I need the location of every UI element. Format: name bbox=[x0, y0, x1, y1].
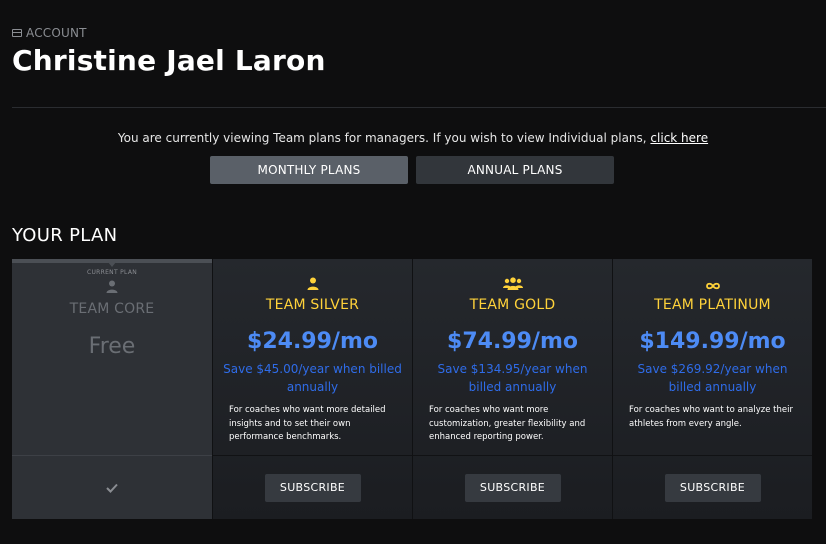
plan-description: For coaches who want more customization,… bbox=[429, 405, 586, 442]
annual-plans-button[interactable]: ANNUAL PLANS bbox=[416, 156, 614, 184]
page-title: Christine Jael Laron bbox=[12, 44, 326, 77]
plan-description: For coaches who want more detailed insig… bbox=[229, 405, 386, 442]
plan-card-team-silver: TEAM SILVER $24.99/mo Save $45.00/year w… bbox=[212, 259, 412, 519]
account-section-label: ACCOUNT bbox=[12, 26, 87, 40]
plan-price: $149.99/mo bbox=[639, 329, 786, 354]
current-plan-notch bbox=[108, 262, 116, 267]
plan-name: TEAM SILVER bbox=[265, 297, 360, 313]
subscribe-button-platinum[interactable]: SUBSCRIBE bbox=[664, 473, 761, 502]
individual-plans-link[interactable]: click here bbox=[650, 131, 708, 145]
subscribe-button-gold[interactable]: SUBSCRIBE bbox=[464, 473, 561, 502]
plan-price: $74.99/mo bbox=[447, 329, 578, 354]
infinity-icon bbox=[613, 276, 812, 290]
card-icon bbox=[12, 29, 22, 37]
plan-name: TEAM GOLD bbox=[469, 297, 556, 313]
plan-savings: Save $134.95/year when billed annually bbox=[437, 362, 588, 394]
users-group-icon bbox=[413, 276, 612, 290]
user-icon bbox=[12, 279, 212, 293]
plan-description: For coaches who want to analyze their at… bbox=[629, 405, 793, 429]
user-icon bbox=[213, 276, 412, 290]
plan-card-team-gold: TEAM GOLD $74.99/mo Save $134.95/year wh… bbox=[412, 259, 612, 519]
plan-type-notice: You are currently viewing Team plans for… bbox=[0, 131, 826, 145]
plans-grid: CURRENT PLAN TEAM CORE Free TEAM SILVER … bbox=[12, 259, 812, 519]
monthly-plans-button[interactable]: MONTHLY PLANS bbox=[210, 156, 408, 184]
subscribe-button-silver[interactable]: SUBSCRIBE bbox=[264, 473, 361, 502]
plan-savings: Save $45.00/year when billed annually bbox=[223, 362, 402, 394]
your-plan-heading: YOUR PLAN bbox=[12, 225, 118, 246]
plan-card-team-core: CURRENT PLAN TEAM CORE Free bbox=[12, 259, 212, 519]
plan-price: Free bbox=[88, 334, 136, 359]
header-divider bbox=[12, 107, 826, 108]
plan-card-team-platinum: TEAM PLATINUM $149.99/mo Save $269.92/ye… bbox=[612, 259, 812, 519]
current-plan-label: CURRENT PLAN bbox=[86, 269, 138, 276]
account-label-text: ACCOUNT bbox=[26, 26, 87, 40]
plan-savings: Save $269.92/year when billed annually bbox=[637, 362, 788, 394]
checkmark-icon bbox=[106, 483, 118, 493]
notice-text: You are currently viewing Team plans for… bbox=[117, 131, 651, 145]
plan-name: TEAM PLATINUM bbox=[654, 297, 771, 313]
plan-price: $24.99/mo bbox=[247, 329, 378, 354]
plan-name: TEAM CORE bbox=[69, 301, 155, 317]
